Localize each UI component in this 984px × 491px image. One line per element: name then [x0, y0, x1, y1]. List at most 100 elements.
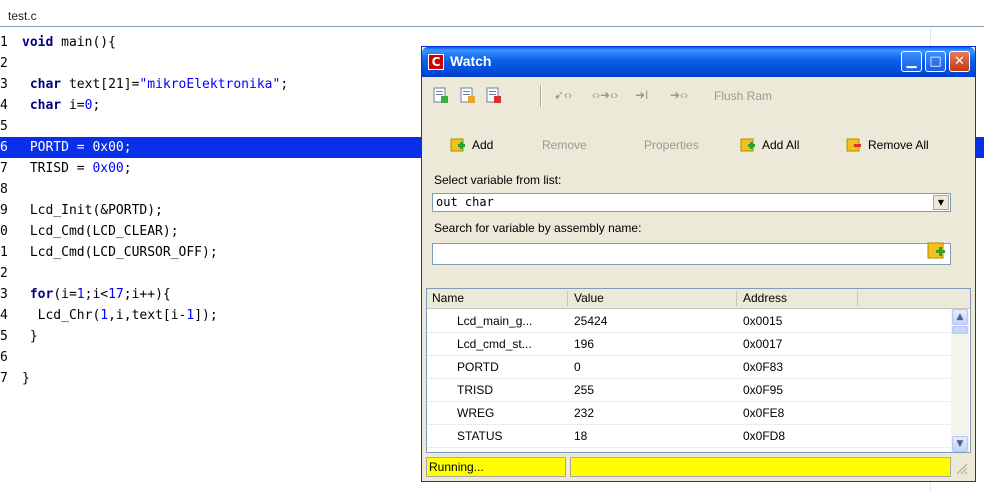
line-number: 2 [0, 56, 8, 71]
scroll-thumb[interactable] [952, 326, 968, 334]
step-into-icon[interactable]: ‹›➜‹› [592, 88, 618, 102]
column-header-value[interactable]: Value [574, 291, 604, 305]
tab-underline [0, 26, 984, 27]
cell-name: PORTD [457, 360, 499, 374]
watch-title: Watch [450, 53, 492, 69]
chevron-down-icon[interactable]: ▼ [933, 195, 949, 210]
line-number: 8 [0, 182, 8, 197]
app-c-icon: C [428, 54, 444, 70]
column-divider[interactable] [736, 291, 737, 306]
column-divider[interactable] [857, 291, 858, 306]
line-number: 5 [0, 329, 8, 344]
code-text: } [22, 371, 30, 386]
line-number: 9 [0, 203, 8, 218]
line-number: 7 [0, 371, 8, 386]
cell-name: Lcd_cmd_st... [457, 337, 532, 351]
table-row[interactable]: PORTD 0 0x0F83 [427, 355, 952, 379]
table-row[interactable]: STATUS 18 0x0FD8 [427, 424, 952, 448]
cell-value: 232 [574, 406, 595, 420]
line-number: 3 [0, 77, 8, 92]
line-number: 5 [0, 119, 8, 134]
line-number: 1 [0, 35, 8, 50]
search-variable-label: Search for variable by assembly name: [434, 221, 642, 235]
code-text: Lcd_Cmd(LCD_CLEAR); [22, 224, 179, 239]
line-number: 2 [0, 266, 8, 281]
watch-clear-icon[interactable] [485, 87, 502, 104]
cell-value: 0 [574, 360, 581, 374]
cell-address: 0x0FE8 [743, 406, 785, 420]
code-text: PORTD = 0x00; [22, 140, 132, 155]
code-text: Lcd_Chr(1,i,text[i-1]); [22, 308, 218, 323]
remove-all-icon [846, 138, 861, 152]
column-divider[interactable] [567, 291, 568, 306]
select-variable-label: Select variable from list: [434, 173, 562, 187]
line-number: 4 [0, 98, 8, 113]
maximize-button[interactable]: □ [925, 51, 946, 72]
table-row[interactable]: Lcd_main_g... 25424 0x0015 [427, 309, 952, 333]
table-row[interactable]: TRISD 255 0x0F95 [427, 378, 952, 402]
step-out-icon[interactable]: ➜‹› [670, 88, 688, 102]
add-all-icon [740, 138, 755, 152]
vertical-scrollbar[interactable]: ▲ ▼ [951, 309, 969, 452]
run-to-cursor-icon[interactable]: ➜I [635, 88, 648, 102]
resize-grip-icon[interactable] [954, 461, 968, 475]
watch-variables-table[interactable]: Name Value Address Lcd_main_g... 25424 0x0… [426, 288, 971, 453]
code-text: Lcd_Init(&PORTD); [22, 203, 163, 218]
line-number: 6 [0, 140, 8, 155]
step-over-icon[interactable]: ➹‹› [554, 88, 572, 102]
scroll-up-icon[interactable]: ▲ [952, 309, 968, 325]
add-icon [450, 138, 465, 152]
watch-toolbar: ➹‹› ‹›➜‹› ➜I ➜‹› Flush Ram [422, 78, 975, 112]
tab-test-c[interactable]: test.c [8, 9, 37, 23]
toolbar-separator [540, 85, 542, 107]
line-number: 1 [0, 245, 8, 260]
cell-name: WREG [457, 406, 495, 420]
cell-address: 0x0F83 [743, 360, 784, 374]
cell-value: 25424 [574, 314, 608, 328]
cell-value: 18 [574, 429, 588, 443]
variable-select[interactable]: out char ▼ [432, 193, 951, 212]
code-text: char text[21]="mikroElektronika"; [29, 77, 289, 92]
watch-statusbar: Running... [426, 457, 971, 478]
close-button[interactable]: ✕ [949, 51, 970, 72]
cell-address: 0x0017 [743, 337, 783, 351]
run-status: Running... [426, 457, 566, 477]
code-text: TRISD = 0x00; [22, 161, 132, 176]
line-number: 4 [0, 308, 8, 323]
cell-name: Lcd_main_g... [457, 314, 533, 328]
flush-ram-button[interactable]: Flush Ram [714, 89, 772, 103]
table-header: Name Value Address [427, 289, 970, 309]
watch-save-icon[interactable] [459, 87, 476, 104]
watch-window[interactable]: C Watch ▁ □ ✕ ➹‹› ‹›➜‹› ➜I ➜‹› Flush Ram [421, 46, 976, 482]
column-header-name[interactable]: Name [432, 291, 464, 305]
editor-tab-strip: test.c [0, 0, 984, 27]
line-number: 3 [0, 287, 8, 302]
variable-select-value: out char [436, 195, 494, 209]
cell-value: 255 [574, 383, 595, 397]
code-text: void main(){ [22, 35, 116, 50]
code-text: } [22, 329, 38, 344]
assembly-name-search-input[interactable] [432, 243, 951, 265]
cell-name: TRISD [457, 383, 493, 397]
line-number: 7 [0, 161, 8, 176]
minimize-button[interactable]: ▁ [901, 51, 922, 72]
cell-address: 0x0F95 [743, 383, 784, 397]
watch-actions: Add Remove Properties Add All Remove All [422, 134, 975, 160]
status-panel [570, 457, 951, 477]
cell-address: 0x0015 [743, 314, 783, 328]
line-number: 0 [0, 224, 8, 239]
table-row[interactable]: Lcd_cmd_st... 196 0x0017 [427, 332, 952, 356]
table-row[interactable]: WREG 232 0x0FE8 [427, 401, 952, 425]
code-text: char i=0; [29, 98, 101, 113]
cell-name: STATUS [457, 429, 503, 443]
cell-address: 0x0FD8 [743, 429, 786, 443]
cell-value: 196 [574, 337, 595, 351]
add-found-variable-icon[interactable] [927, 241, 947, 261]
code-text: for(i=1;i<17;i++){ [29, 287, 171, 302]
code-text: Lcd_Cmd(LCD_CURSOR_OFF); [22, 245, 218, 260]
watch-load-icon[interactable] [432, 87, 449, 104]
line-number: 6 [0, 350, 8, 365]
column-header-address[interactable]: Address [743, 291, 787, 305]
watch-titlebar[interactable]: C Watch ▁ □ ✕ [422, 47, 975, 77]
scroll-down-icon[interactable]: ▼ [952, 436, 968, 452]
